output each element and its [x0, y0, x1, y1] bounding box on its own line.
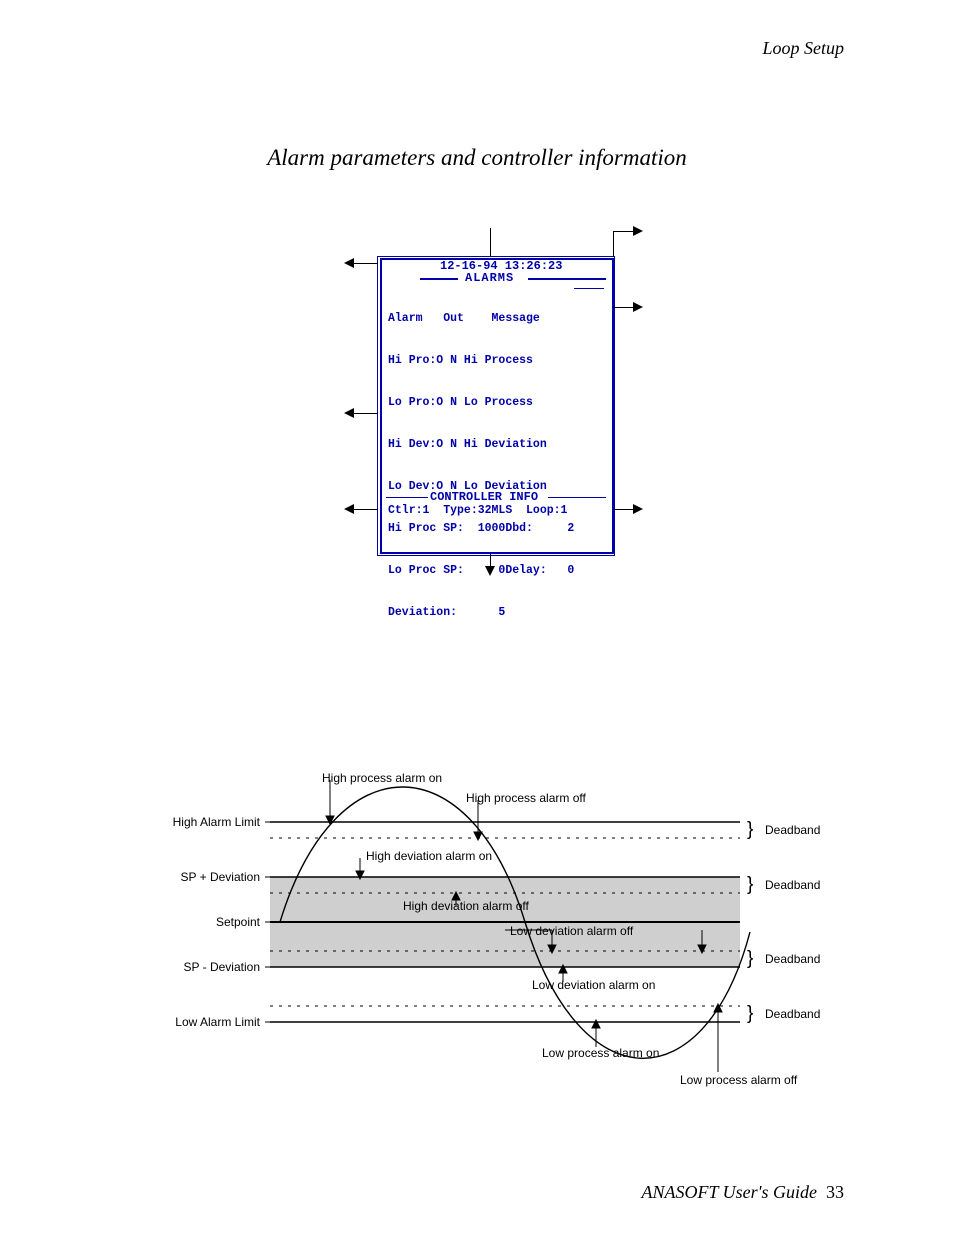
arrow-right-icon — [633, 226, 643, 236]
deadband-label: Deadband — [765, 824, 820, 836]
alarm-columns: Alarm Out Message — [388, 312, 574, 326]
ann-lo-proc-off: Low process alarm off — [680, 1074, 797, 1086]
alarm-row: Lo Proc SP: 0Delay: 0 — [388, 564, 574, 578]
level-label-high-alarm: High Alarm Limit — [150, 816, 260, 828]
alarms-rule-left — [420, 278, 458, 280]
nav-stem — [613, 231, 614, 257]
alarms-rule-right — [528, 278, 606, 280]
ann-lo-proc-on: Low process alarm on — [542, 1047, 659, 1059]
controller-section-title: CONTROLLER INFO — [430, 491, 538, 503]
nav-stem — [354, 263, 378, 264]
arrow-down-icon — [485, 566, 495, 576]
deadband-label: Deadband — [765, 953, 820, 965]
level-label-low-alarm: Low Alarm Limit — [150, 1016, 260, 1028]
message-leader-line — [574, 288, 604, 289]
alarms-section-title: ALARMS — [465, 272, 514, 284]
nav-stem — [613, 231, 633, 232]
alarm-row: Lo Pro:O N Lo Process — [388, 396, 574, 410]
nav-stem — [354, 413, 378, 414]
arrow-right-icon — [633, 504, 643, 514]
nav-stem — [354, 509, 378, 510]
alarm-row: Hi Proc SP: 1000Dbd: 2 — [388, 522, 574, 536]
deadband-label: Deadband — [765, 1008, 820, 1020]
controller-rule-left — [386, 497, 428, 498]
ann-lo-dev-on: Low deviation alarm on — [532, 979, 655, 991]
alarm-row: Deviation: 5 — [388, 606, 574, 620]
nav-stem — [613, 307, 633, 308]
alarm-row: Hi Pro:O N Hi Process — [388, 354, 574, 368]
brace-icon: } — [747, 949, 753, 968]
controller-rule-right — [548, 497, 606, 498]
ann-hi-dev-on: High deviation alarm on — [366, 850, 492, 862]
arrow-left-icon — [344, 408, 354, 418]
page-footer: ANASOFT User's Guide 33 — [641, 1182, 844, 1203]
ann-hi-proc-on: High process alarm on — [322, 772, 442, 784]
arrow-right-icon — [633, 302, 643, 312]
footer-page-number: 33 — [826, 1182, 844, 1202]
controller-row: Ctlr:1 Type:32MLS Loop:1 — [388, 504, 567, 518]
alarm-table: Alarm Out Message Hi Pro:O N Hi Process … — [388, 284, 574, 648]
page-header-section: Loop Setup — [762, 38, 844, 59]
ann-hi-dev-off: High deviation alarm off — [403, 900, 529, 912]
arrow-left-icon — [344, 504, 354, 514]
nav-stem — [613, 509, 633, 510]
alarm-terminal-figure: 12-16-94 13:26:23 ALARMS Alarm Out Messa… — [350, 228, 640, 568]
ann-hi-proc-off: High process alarm off — [466, 792, 586, 804]
brace-icon: } — [747, 875, 753, 894]
alarm-row: Hi Dev:O N Hi Deviation — [388, 438, 574, 452]
deadband-label: Deadband — [765, 879, 820, 891]
ann-lo-dev-off: Low deviation alarm off — [510, 925, 633, 937]
footer-guide-name: ANASOFT User's Guide — [641, 1182, 817, 1202]
level-label-setpoint: Setpoint — [150, 916, 260, 928]
figure-title: Alarm parameters and controller informat… — [0, 145, 954, 171]
brace-icon: } — [747, 820, 753, 839]
brace-icon: } — [747, 1004, 753, 1023]
nav-stem — [490, 228, 491, 256]
deadband-diagram: High Alarm Limit SP + Deviation Setpoint… — [150, 772, 850, 1092]
level-label-sp-minus-dev: SP - Deviation — [150, 961, 260, 973]
level-label-sp-plus-dev: SP + Deviation — [150, 871, 260, 883]
arrow-left-icon — [344, 258, 354, 268]
